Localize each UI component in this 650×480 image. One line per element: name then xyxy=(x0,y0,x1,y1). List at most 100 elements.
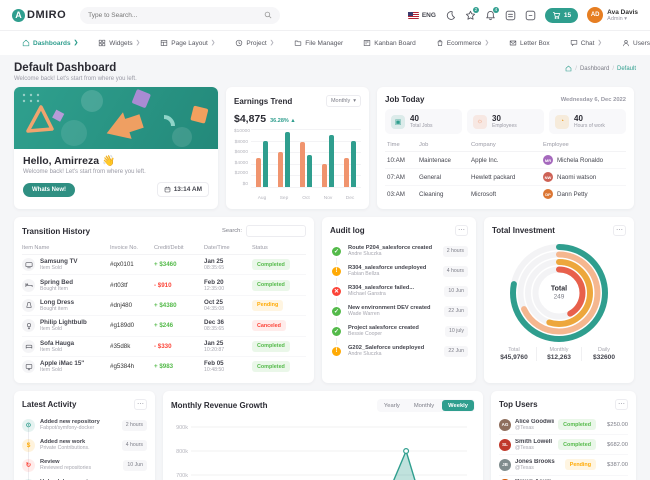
admiro-dashboard-app: A DMIRO ENG 2 4 xyxy=(0,0,650,480)
star-badge: 2 xyxy=(473,7,479,13)
chat-icon xyxy=(570,39,578,47)
search-icon xyxy=(264,11,272,19)
danger-status-icon: ✕ xyxy=(330,285,343,298)
breadcrumb-default: Default xyxy=(617,66,636,72)
breadcrumb-dashboard[interactable]: Dashboard xyxy=(580,66,609,72)
greeting-banner xyxy=(14,87,218,149)
menu-item-ecommerce[interactable]: Ecommerce❯ xyxy=(428,36,497,50)
bar-Aug-Series B xyxy=(263,141,268,187)
user-row-avatar: JB xyxy=(499,459,511,471)
imac-icon xyxy=(22,360,35,373)
credit-debit: - $330 xyxy=(154,343,204,350)
bookmark-menu-button[interactable]: 2 xyxy=(465,10,476,21)
chevron-icon: ❯ xyxy=(270,40,275,46)
menu-item-file-manager[interactable]: File Manager xyxy=(286,36,351,50)
menu-item-letter-box[interactable]: Letter Box xyxy=(501,36,558,50)
chevron-icon: ❯ xyxy=(136,40,141,46)
investment-title: Total Investment xyxy=(492,226,555,235)
top-user-row: BA Brewn Acum@Texas Canceled $355.00 xyxy=(499,476,628,480)
investment-more-button[interactable]: ⋯ xyxy=(613,225,626,236)
audit-more-button[interactable]: ⋯ xyxy=(455,225,468,236)
transition-row: Spring BedBought Item #rt03tf - $910 Feb… xyxy=(22,275,306,295)
fullscreen-button[interactable] xyxy=(525,10,536,21)
menu-item-users[interactable]: Users❯ xyxy=(614,36,650,50)
chevron-icon: ❯ xyxy=(211,40,216,46)
whats-new-button[interactable]: Whats New! xyxy=(23,183,75,197)
app-menu-button[interactable] xyxy=(505,10,516,21)
activity-item: ◷ Upload documentsDevelopment Startup 22… xyxy=(22,475,147,480)
page-subtitle: Welcome back! Let's start from where you… xyxy=(14,76,137,82)
earnings-bar-chart: $10000$8000$6000$4000$2000$0 xyxy=(234,129,361,194)
menu-item-widgets[interactable]: Widgets❯ xyxy=(90,36,148,50)
activity-icon: $ xyxy=(22,439,35,452)
employee-avatar: DP xyxy=(543,189,553,199)
menu-item-dashboards[interactable]: Dashboards❯ xyxy=(14,36,86,50)
banner-shapes xyxy=(14,87,218,149)
menu-item-kanban-board[interactable]: Kanban Board xyxy=(355,36,424,50)
activity-more-button[interactable]: ⋯ xyxy=(134,399,147,410)
bag-icon xyxy=(436,39,444,47)
user-name: Ava Davis xyxy=(607,9,638,16)
revenue-tabs: YearlyMonthlyWeekly xyxy=(377,399,475,412)
bar-Nov-Series B xyxy=(329,135,334,187)
latest-activity-card: Latest Activity ⋯ ⊙ Added new repository… xyxy=(14,391,155,480)
revenue-tab-monthly[interactable]: Monthly xyxy=(408,400,440,411)
project-icon xyxy=(235,39,243,47)
user-row-avatar: AG xyxy=(499,419,511,431)
home-icon[interactable] xyxy=(565,65,572,72)
total-investment-card: Total Investment ⋯ Total 249 Total$45,97… xyxy=(484,217,634,383)
revenue-tab-yearly[interactable]: Yearly xyxy=(378,400,406,411)
audit-item: ! R304_salesforce undeployedFabian Bellz… xyxy=(330,261,468,281)
search-input[interactable] xyxy=(88,12,264,19)
revenue-tab-weekly[interactable]: Weekly xyxy=(442,400,474,411)
users-icon xyxy=(622,39,630,47)
global-search[interactable] xyxy=(80,7,280,24)
bed-icon xyxy=(22,279,35,292)
activity-item: $ Added new workPrivate Contributions. 4… xyxy=(22,435,147,455)
activity-title: Latest Activity xyxy=(22,400,76,409)
transition-search-input[interactable] xyxy=(246,225,306,237)
bar-Aug-Series A xyxy=(256,158,261,187)
job-table: TimeJobCompanyEmployee 10:AMMaintenaceAp… xyxy=(385,139,626,202)
transition-history-card: Transition History Search: Item NameInvo… xyxy=(14,217,314,383)
dark-mode-toggle[interactable] xyxy=(445,10,456,21)
bar-group xyxy=(317,135,339,187)
us-flag-icon xyxy=(408,12,419,19)
user-menu[interactable]: AD Ava Davis Admin ▾ xyxy=(587,7,638,23)
home-icon xyxy=(22,39,30,47)
status-badge: Pending xyxy=(252,300,283,311)
user-status-badge: Completed xyxy=(558,419,596,430)
chevron-icon: ❯ xyxy=(74,40,79,46)
menu-item-project[interactable]: Project❯ xyxy=(227,36,282,50)
user-avatar: AD xyxy=(587,7,603,23)
audit-time: 22 Jun xyxy=(444,346,468,357)
logo[interactable]: A DMIRO xyxy=(12,9,66,22)
status-badge: Completed xyxy=(252,361,290,372)
credit-debit: + $246 xyxy=(154,322,204,329)
audit-time: 22 Jun xyxy=(444,306,468,317)
menu-item-chat[interactable]: Chat❯ xyxy=(562,36,610,50)
chevron-icon: ❯ xyxy=(597,40,602,46)
bar-group xyxy=(251,141,273,187)
notifications-button[interactable]: 4 xyxy=(485,10,496,21)
audit-time: 10 Jun xyxy=(444,286,468,297)
status-badge: Completed xyxy=(252,259,290,270)
bar-group xyxy=(273,132,295,187)
language-switch[interactable]: ENG xyxy=(408,12,436,19)
cart-count-pill[interactable]: 15 xyxy=(545,8,578,23)
orange-stat-icon: ☼ xyxy=(473,115,487,129)
bell-badge: 4 xyxy=(493,7,499,13)
audit-time: 2 hours xyxy=(443,246,468,257)
menu-item-page-layout[interactable]: Page Layout❯ xyxy=(152,36,223,50)
moon-icon xyxy=(445,10,456,21)
cart-icon xyxy=(552,11,561,20)
audit-time: 10 july xyxy=(445,326,468,337)
top-users-more-button[interactable]: ⋯ xyxy=(615,399,628,410)
earnings-title: Earnings Trend xyxy=(234,97,292,106)
top-users-title: Top Users xyxy=(499,400,538,409)
earnings-period-select[interactable]: Monthly▾ xyxy=(326,95,361,107)
user-status-badge: Completed xyxy=(558,439,596,450)
transition-row: Samsung TVItem Sold #qx0101 + $3460 Jan … xyxy=(22,255,306,275)
investment-stat-monthly: Monthly$12,263 xyxy=(536,347,581,361)
top-users-card: Top Users ⋯ AG Alice Goodwin@Texas Compl… xyxy=(491,391,636,480)
